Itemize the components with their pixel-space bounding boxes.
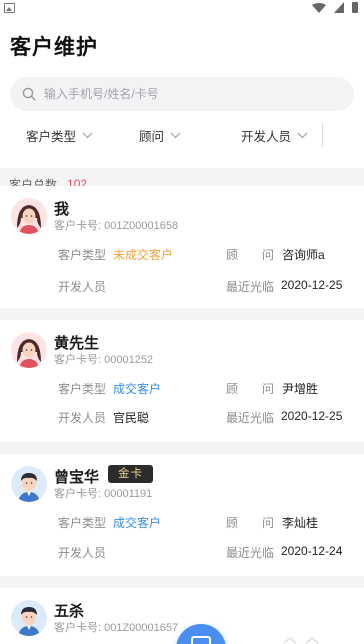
customer-type-value: 未成交客户 [113,248,174,262]
label-advisor-2: 问 [262,248,275,262]
label-recent-visit: 最近光临 [226,280,275,294]
filter-label: 顾问 [139,129,165,144]
status-bar [0,0,364,18]
card-icon [191,636,211,644]
signal-icon [334,2,344,13]
filter-advisor[interactable]: 顾问 [139,126,181,145]
advisor-value: 尹增胜 [282,382,319,396]
status-icons [312,2,358,13]
developer-value: 官民聪 [113,411,150,425]
battery-icon [352,2,358,13]
wifi-icon [312,2,326,13]
chevron-down-icon [297,132,308,138]
label-advisor-2: 问 [262,516,275,530]
customer-name: 曾宝华 [54,469,100,486]
advisor-value: 咨询师a [282,248,325,262]
label-recent-visit: 最近光临 [226,546,275,560]
label-recent-visit: 最近光临 [226,411,275,425]
customer-name: 我 [54,201,70,218]
gold-card-badge: 金卡 [108,465,153,483]
page-title: 客户维护 [10,36,98,59]
label-developer: 开发人员 [58,280,107,294]
search-input[interactable] [44,87,324,101]
image-icon [4,3,15,13]
label-advisor-1: 顾 [226,248,239,262]
filter-label: 开发人员 [241,129,292,144]
customer-card[interactable]: 曾宝华 金卡 客户卡号: 00001191 客户类型 成交客户 顾 问 李灿桂 … [0,454,364,576]
customer-name: 五杀 [54,603,85,620]
customer-card[interactable]: 我 客户卡号: 001Z00001658 客户类型 未成交客户 顾 问 咨询师a… [0,186,364,308]
customer-name: 黄先生 [54,335,100,352]
female-avatar [11,332,47,368]
header: 客户维护 客户类型 顾问 开发人员 [0,18,364,168]
label-customer-type: 客户类型 [58,382,107,396]
recent-visit-value: 2020-12-25 [281,409,343,423]
scroll-hint-icon [284,636,319,644]
label-customer-type: 客户类型 [58,248,107,262]
customer-card-number: 客户卡号: 00001252 [54,354,154,366]
filter-developer[interactable]: 开发人员 [241,126,308,145]
search-box[interactable] [10,77,354,111]
label-advisor-1: 顾 [226,516,239,530]
customer-type-value: 成交客户 [113,382,162,396]
search-icon [22,87,36,101]
filter-divider [322,123,324,147]
customer-type-value: 成交客户 [113,516,162,530]
customer-card-number: 客户卡号: 00001191 [54,488,153,500]
label-developer: 开发人员 [58,546,107,560]
customer-card-number: 客户卡号: 001Z00001658 [54,220,179,232]
customer-card[interactable]: 黄先生 客户卡号: 00001252 客户类型 成交客户 顾 问 尹增胜 开发人… [0,320,364,442]
male-avatar [11,466,47,502]
label-developer: 开发人员 [58,411,107,425]
chevron-down-icon [170,132,181,138]
label-advisor-2: 问 [262,382,275,396]
label-customer-type: 客户类型 [58,516,107,530]
male-avatar [11,600,47,636]
female-avatar [11,198,47,234]
chevron-down-icon [82,132,93,138]
recent-visit-value: 2020-12-24 [281,544,343,558]
filter-customer-type[interactable]: 客户类型 [26,126,93,145]
label-advisor-1: 顾 [226,382,239,396]
customer-card-number: 客户卡号: 001Z00001657 [54,622,179,634]
recent-visit-value: 2020-12-25 [281,278,343,292]
filter-bar: 客户类型 顾问 开发人员 [10,123,354,147]
advisor-value: 李灿桂 [282,516,319,530]
filter-label: 客户类型 [26,129,77,144]
